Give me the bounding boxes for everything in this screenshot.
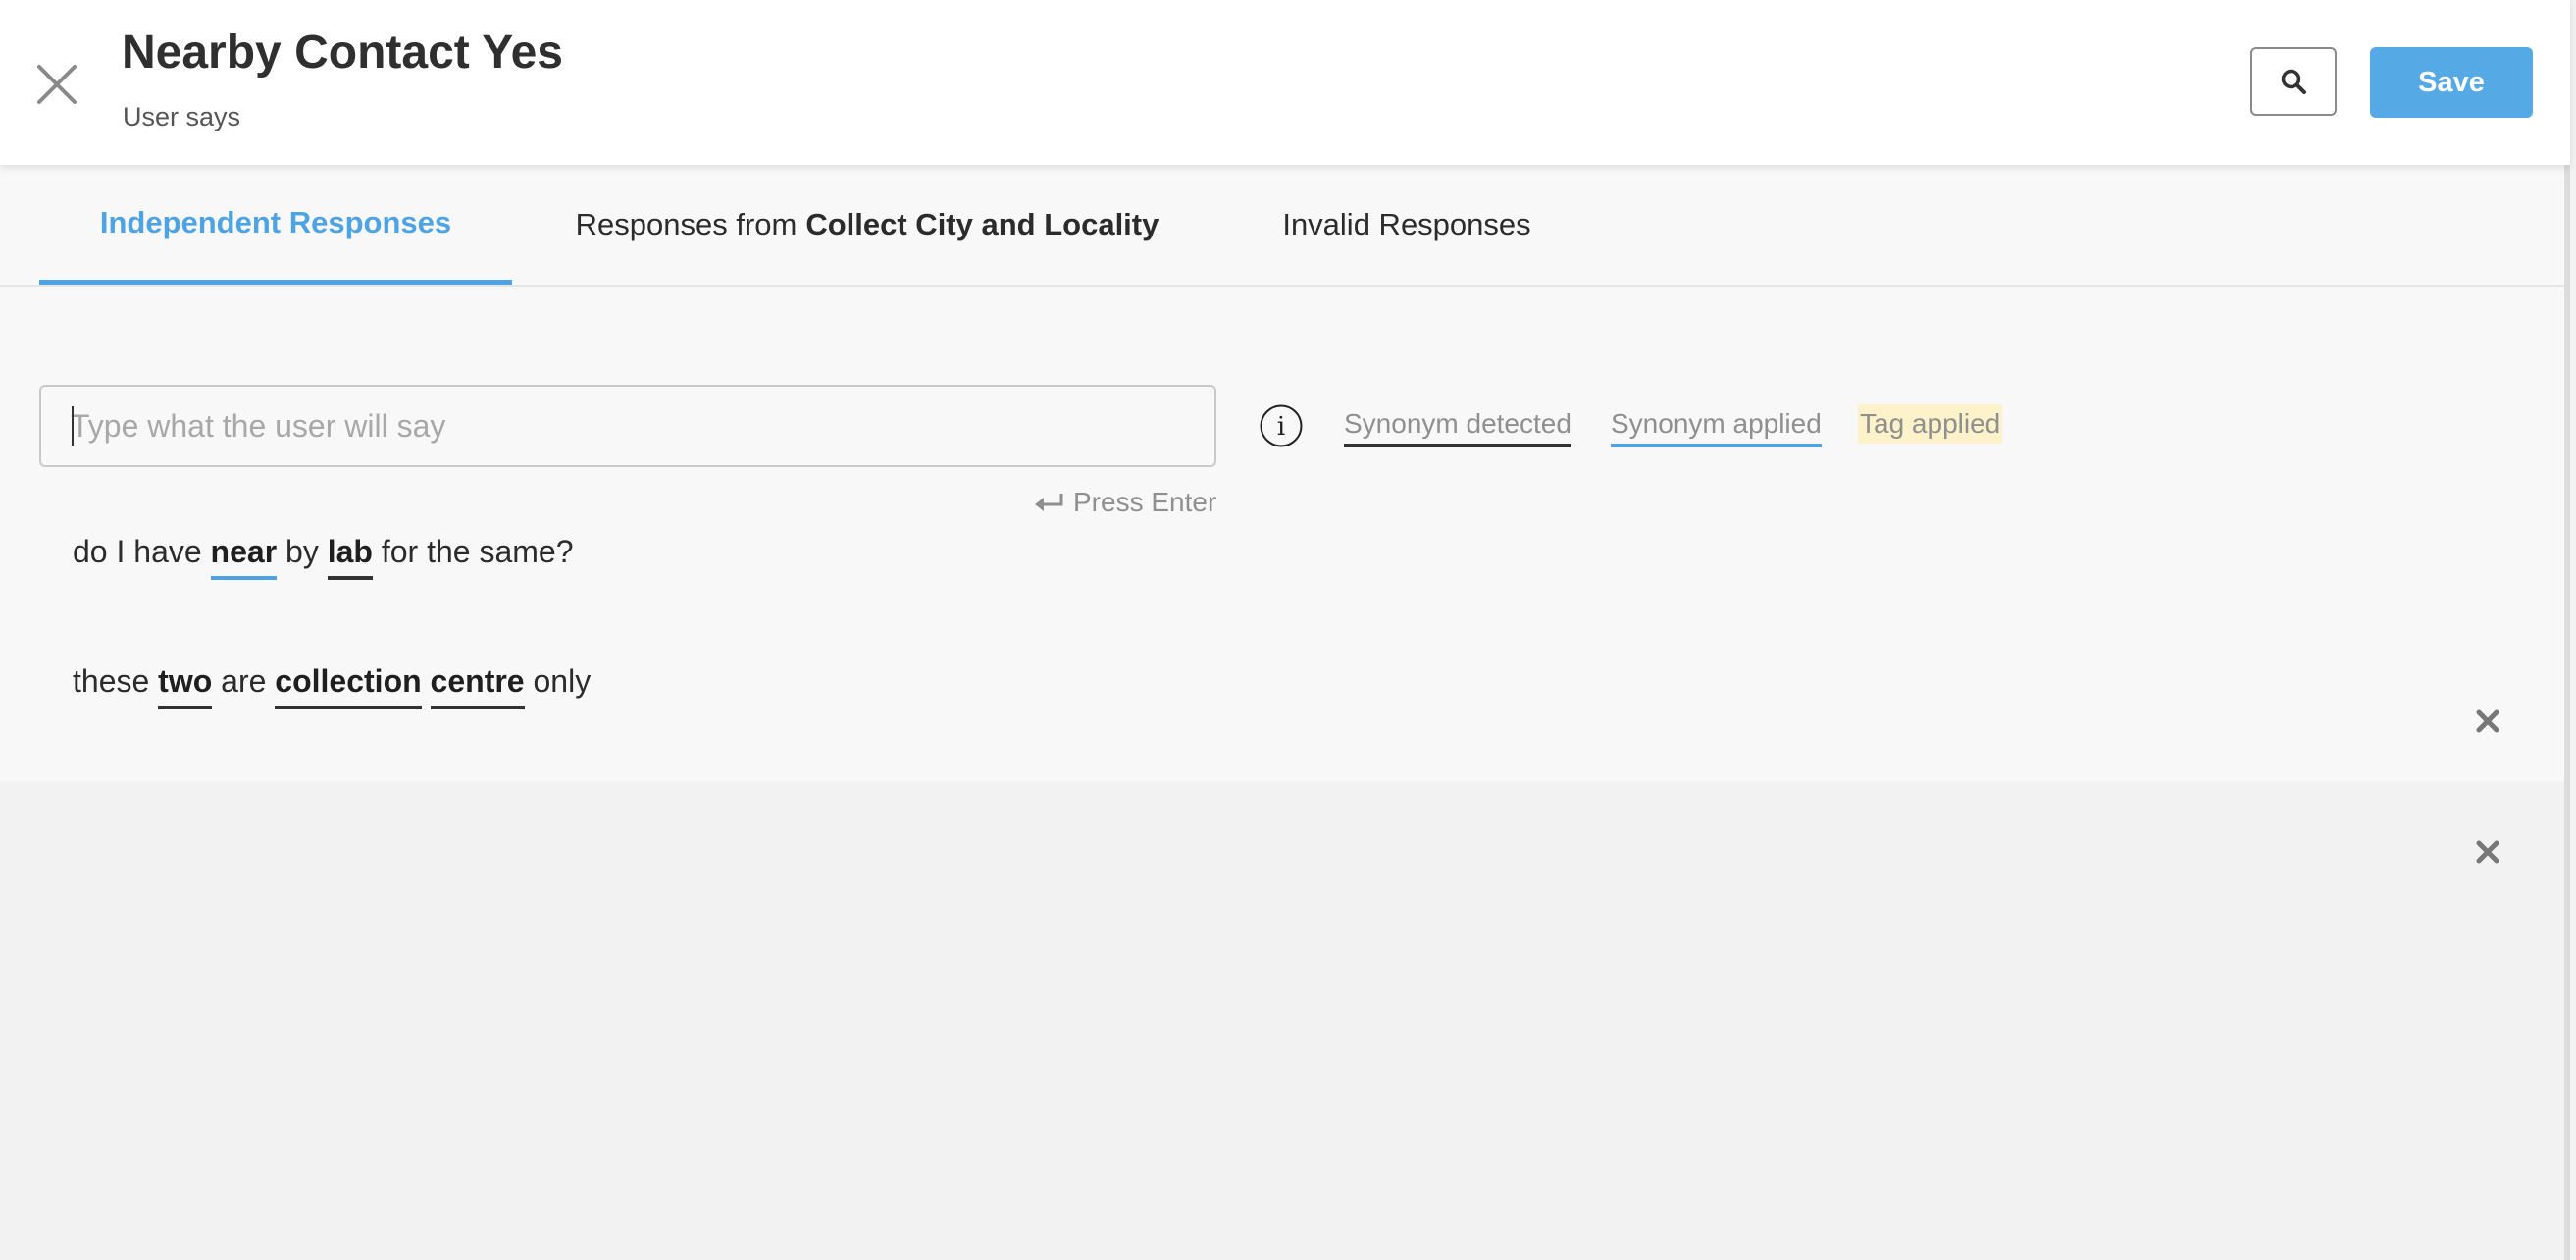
remove-utterance-button[interactable]	[2474, 708, 2501, 735]
legend-tag-applied: Tag applied	[1858, 404, 2003, 444]
tab-label: Invalid Responses	[1282, 207, 1531, 241]
remove-utterance-button[interactable]	[2474, 838, 2501, 866]
tab-label-bold: Collect City and Locality	[805, 207, 1159, 241]
utterance-text: do I have	[73, 534, 211, 569]
page-title: Nearby Contact Yes	[122, 26, 563, 79]
utterance-row[interactable]: do I have near by lab for the same?	[73, 534, 574, 580]
press-enter-label: Press Enter	[1073, 487, 1217, 517]
text-cursor	[72, 406, 74, 446]
utterance-text: are	[212, 663, 276, 699]
info-icon: i	[1260, 404, 1303, 447]
synonym-applied-word[interactable]: near	[210, 534, 278, 580]
save-button[interactable]: Save	[2370, 47, 2533, 118]
enter-icon	[1035, 494, 1063, 511]
utterance-text: these	[73, 663, 159, 699]
info-button[interactable]: i	[1259, 403, 1304, 448]
tab-label: Responses from	[575, 207, 798, 241]
svg-text:i: i	[1277, 412, 1285, 442]
press-enter-hint: Press Enter	[1034, 487, 1216, 518]
tab-responses-from-collect-city[interactable]: Responses from Collect City and Locality	[530, 165, 1205, 285]
legend-synonym-applied: Synonym applied	[1611, 404, 1822, 447]
utterance-text: only	[524, 663, 592, 699]
app-window: Nearby Contact Yes User says Save Indepe…	[0, 0, 2570, 1260]
close-icon	[37, 65, 77, 104]
remove-icon	[2476, 709, 2499, 733]
page-subtitle: User says	[123, 102, 241, 131]
search-button[interactable]	[2250, 47, 2337, 116]
tab-independent-responses[interactable]: Independent Responses	[39, 165, 512, 285]
user-says-input[interactable]	[39, 385, 1216, 467]
legend-synonym-detected: Synonym detected	[1344, 404, 1571, 447]
search-icon	[2281, 69, 2306, 94]
utterance-row[interactable]: these two are collection centre only	[73, 663, 591, 709]
header: Nearby Contact Yes User says Save	[0, 0, 2570, 165]
tab-invalid-responses[interactable]: Invalid Responses	[1222, 165, 1591, 285]
window-edge	[2564, 0, 2570, 1260]
responses-panel: Independent Responses Responses from Coll…	[0, 165, 2570, 864]
utterance-text	[422, 663, 431, 700]
close-button[interactable]	[29, 57, 84, 112]
tab-label: Independent Responses	[99, 204, 452, 239]
remove-icon	[2476, 840, 2499, 864]
utterance-text: by	[277, 534, 328, 569]
synonym-detected-word[interactable]: collection	[275, 663, 422, 709]
tab-bar: Independent Responses Responses from Coll…	[0, 165, 2570, 287]
synonym-detected-word[interactable]: centre	[430, 663, 525, 709]
synonym-detected-word[interactable]: two	[158, 663, 213, 709]
synonym-detected-word[interactable]: lab	[327, 534, 373, 580]
utterance-text: for the same?	[372, 534, 574, 569]
